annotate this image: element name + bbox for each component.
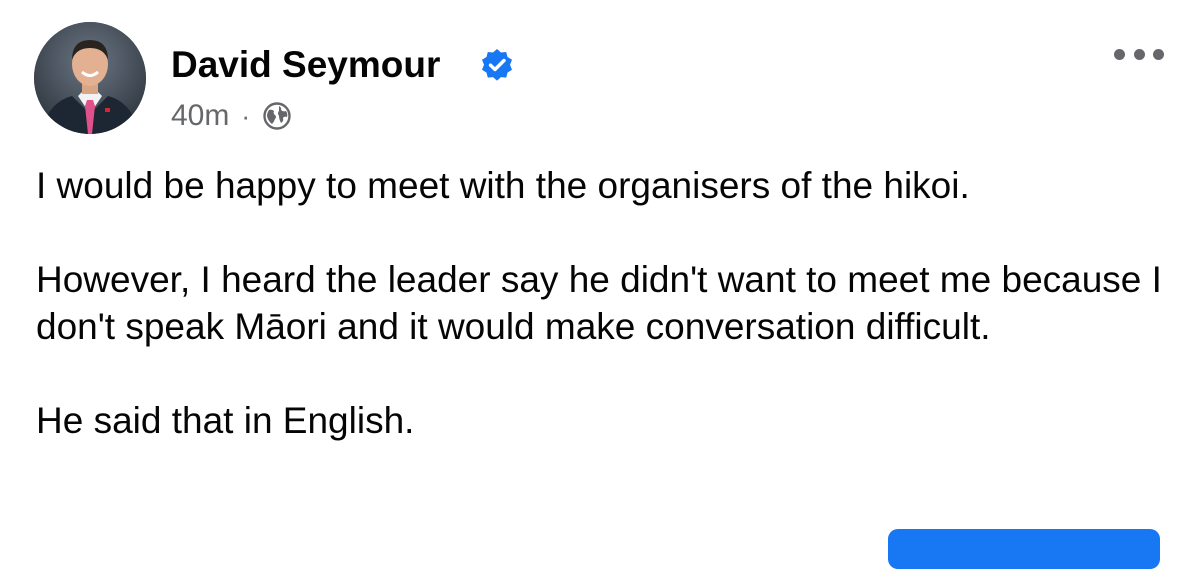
post-paragraph: However, I heard the leader say he didn'… xyxy=(36,259,1162,347)
facebook-post: David Seymour 40m · I would be happy to … xyxy=(0,0,1200,569)
author-avatar[interactable] xyxy=(34,22,146,134)
globe-icon[interactable] xyxy=(262,101,292,131)
post-timestamp[interactable]: 40m xyxy=(171,98,229,134)
verified-badge-icon xyxy=(480,48,514,82)
author-name[interactable]: David Seymour xyxy=(171,43,440,87)
partially-visible-button[interactable] xyxy=(888,529,1160,569)
post-paragraph: I would be happy to meet with the organi… xyxy=(36,165,970,206)
more-options-icon[interactable] xyxy=(1114,44,1164,64)
profile-photo-image xyxy=(34,22,146,134)
more-dot xyxy=(1133,48,1145,60)
meta-separator: · xyxy=(241,101,251,131)
post-meta: 40m · xyxy=(171,98,292,134)
more-dot xyxy=(1114,48,1125,60)
post-paragraph: He said that in English. xyxy=(36,400,415,441)
post-text: I would be happy to meet with the organi… xyxy=(36,162,1176,444)
more-dot xyxy=(1153,48,1164,60)
